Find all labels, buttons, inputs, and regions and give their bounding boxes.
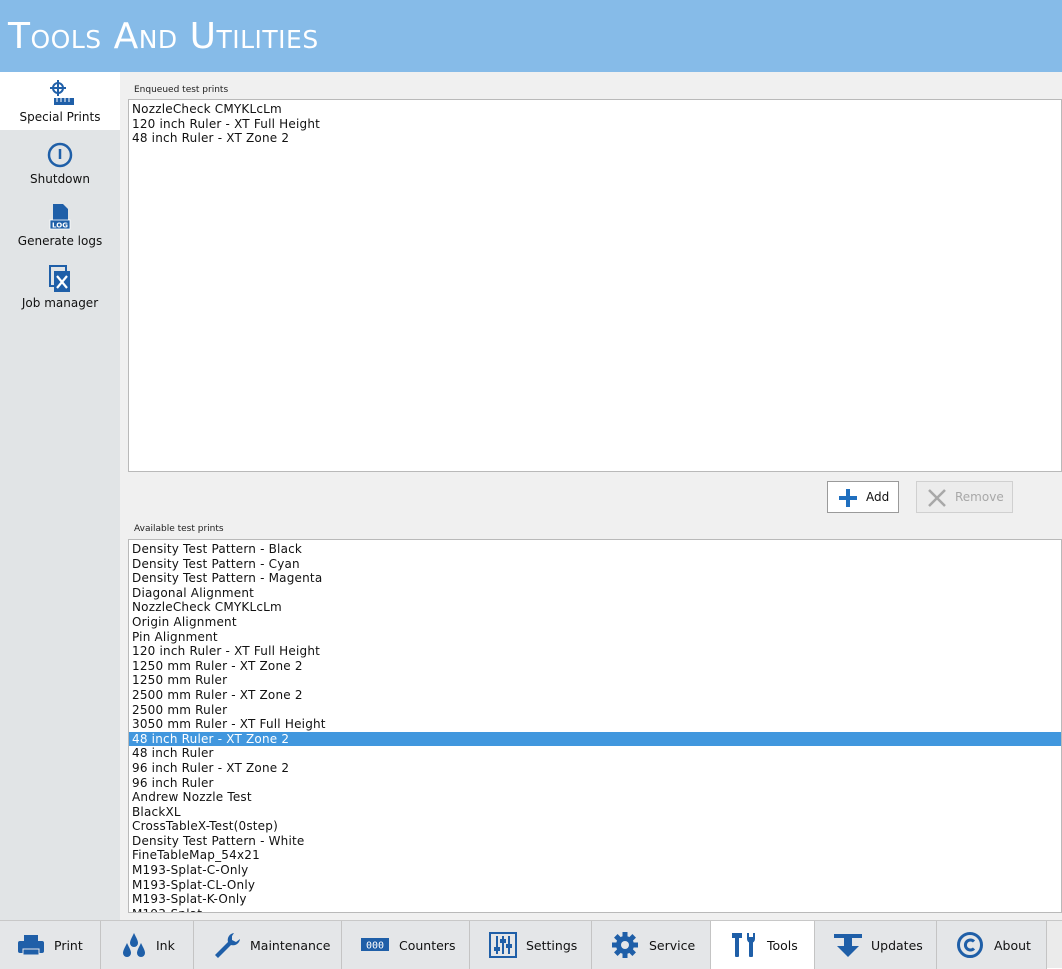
tab-label: Updates bbox=[871, 938, 923, 953]
list-item[interactable]: CrossTableX-Test(0step) bbox=[129, 819, 1061, 834]
header: Tools And Utilities bbox=[0, 0, 1062, 72]
page-title: Tools And Utilities bbox=[8, 16, 319, 57]
wrench-icon bbox=[215, 933, 240, 958]
list-item[interactable]: Density Test Pattern - Magenta bbox=[129, 571, 1061, 586]
tab-label: Settings bbox=[526, 938, 578, 953]
tab-label: Counters bbox=[399, 938, 456, 953]
list-item[interactable]: 1250 mm Ruler - XT Zone 2 bbox=[129, 659, 1061, 674]
tab-counters[interactable]: 000 Counters bbox=[342, 921, 470, 969]
tab-service[interactable]: Service bbox=[592, 921, 711, 969]
tab-label: About bbox=[994, 938, 1031, 953]
copyright-icon bbox=[957, 932, 983, 958]
tab-updates[interactable]: Updates bbox=[815, 921, 937, 969]
list-item[interactable]: Pin Alignment bbox=[129, 630, 1061, 645]
tab-maintenance[interactable]: Maintenance bbox=[194, 921, 342, 969]
list-item[interactable]: 48 inch Ruler bbox=[129, 746, 1061, 761]
available-list[interactable]: Density Test Pattern - Black Density Test… bbox=[128, 539, 1062, 913]
sidebar: Special Prints Shutdown LOG Generate log… bbox=[0, 72, 120, 920]
ink-drops-icon bbox=[123, 933, 145, 957]
enqueued-list[interactable]: NozzleCheck CMYKLcLm 120 inch Ruler - XT … bbox=[128, 99, 1062, 472]
list-item[interactable]: 120 inch Ruler - XT Full Height bbox=[129, 117, 1061, 132]
sidebar-item-job-manager[interactable]: Job manager bbox=[0, 258, 120, 316]
list-item[interactable]: M193-Splat-C-Only bbox=[129, 863, 1061, 878]
tab-settings[interactable]: Settings bbox=[470, 921, 592, 969]
tab-label: Ink bbox=[156, 938, 175, 953]
log-file-icon: LOG bbox=[49, 204, 71, 230]
available-label: Available test prints bbox=[134, 524, 224, 534]
list-item[interactable]: 1250 mm Ruler bbox=[129, 673, 1061, 688]
tab-ink[interactable]: Ink bbox=[101, 921, 194, 969]
download-icon bbox=[834, 934, 862, 957]
tab-about[interactable]: About bbox=[937, 921, 1047, 969]
sidebar-item-label: Generate logs bbox=[17, 234, 103, 248]
list-item[interactable]: M193-Splat-CL-Only bbox=[129, 878, 1061, 893]
svg-text:LOG: LOG bbox=[52, 222, 68, 230]
enqueued-label: Enqueued test prints bbox=[134, 85, 229, 95]
remove-button-label: Remove bbox=[955, 490, 1004, 504]
list-item[interactable]: 120 inch Ruler - XT Full Height bbox=[129, 644, 1061, 659]
list-item[interactable]: 2500 mm Ruler - XT Zone 2 bbox=[129, 688, 1061, 703]
tab-label: Service bbox=[649, 938, 696, 953]
sidebar-item-generate-logs[interactable]: LOG Generate logs bbox=[0, 196, 120, 254]
tab-tools[interactable]: Tools bbox=[711, 921, 815, 969]
printer-icon bbox=[18, 935, 44, 956]
list-item[interactable]: 96 inch Ruler bbox=[129, 776, 1061, 791]
sidebar-item-label: Shutdown bbox=[30, 172, 90, 186]
list-item[interactable]: Diagonal Alignment bbox=[129, 586, 1061, 601]
list-item[interactable]: Origin Alignment bbox=[129, 615, 1061, 630]
sliders-icon bbox=[489, 932, 517, 958]
list-item[interactable]: 96 inch Ruler - XT Zone 2 bbox=[129, 761, 1061, 776]
tools-icon bbox=[732, 933, 755, 957]
list-item[interactable]: FineTableMap_54x21 bbox=[129, 848, 1061, 863]
job-delete-icon bbox=[49, 265, 70, 292]
tab-label: Maintenance bbox=[250, 938, 331, 953]
tab-print[interactable]: Print bbox=[0, 921, 101, 969]
sidebar-item-shutdown[interactable]: Shutdown bbox=[0, 134, 120, 192]
gear-icon bbox=[612, 932, 638, 958]
list-item[interactable]: NozzleCheck CMYKLcLm bbox=[129, 600, 1061, 615]
counter-digits: 000 bbox=[366, 941, 384, 952]
sidebar-item-label: Special Prints bbox=[19, 110, 101, 124]
list-item-selected[interactable]: 48 inch Ruler - XT Zone 2 bbox=[129, 731, 1061, 747]
sidebar-item-label: Job manager bbox=[21, 296, 99, 310]
plus-icon bbox=[839, 489, 857, 507]
list-item[interactable]: NozzleCheck CMYKLcLm bbox=[129, 102, 1061, 117]
add-button[interactable]: Add bbox=[827, 481, 899, 513]
sidebar-item-special-prints[interactable]: Special Prints bbox=[0, 72, 120, 130]
list-item[interactable]: 48 inch Ruler - XT Zone 2 bbox=[129, 131, 1061, 146]
bottom-nav: Print Ink Maintenance 000 Counters Setti… bbox=[0, 920, 1062, 969]
crosshair-ruler-icon bbox=[50, 80, 74, 105]
list-item[interactable]: M193-Splat bbox=[129, 907, 1061, 912]
power-icon bbox=[47, 142, 73, 168]
tab-label: Tools bbox=[767, 938, 798, 953]
list-item[interactable]: 2500 mm Ruler bbox=[129, 703, 1061, 718]
list-item[interactable]: Andrew Nozzle Test bbox=[129, 790, 1061, 805]
close-icon bbox=[928, 489, 946, 507]
list-item[interactable]: BlackXL bbox=[129, 805, 1061, 820]
tab-label: Print bbox=[54, 938, 83, 953]
remove-button[interactable]: Remove bbox=[916, 481, 1013, 513]
list-item[interactable]: 3050 mm Ruler - XT Full Height bbox=[129, 717, 1061, 732]
main-panel: Enqueued test prints NozzleCheck CMYKLcL… bbox=[120, 72, 1062, 920]
add-button-label: Add bbox=[866, 490, 890, 504]
list-item[interactable]: Density Test Pattern - White bbox=[129, 834, 1061, 849]
list-item[interactable]: Density Test Pattern - Cyan bbox=[129, 557, 1061, 572]
counter-icon: 000 bbox=[361, 938, 389, 952]
list-item[interactable]: Density Test Pattern - Black bbox=[129, 542, 1061, 557]
list-item[interactable]: M193-Splat-K-Only bbox=[129, 892, 1061, 907]
